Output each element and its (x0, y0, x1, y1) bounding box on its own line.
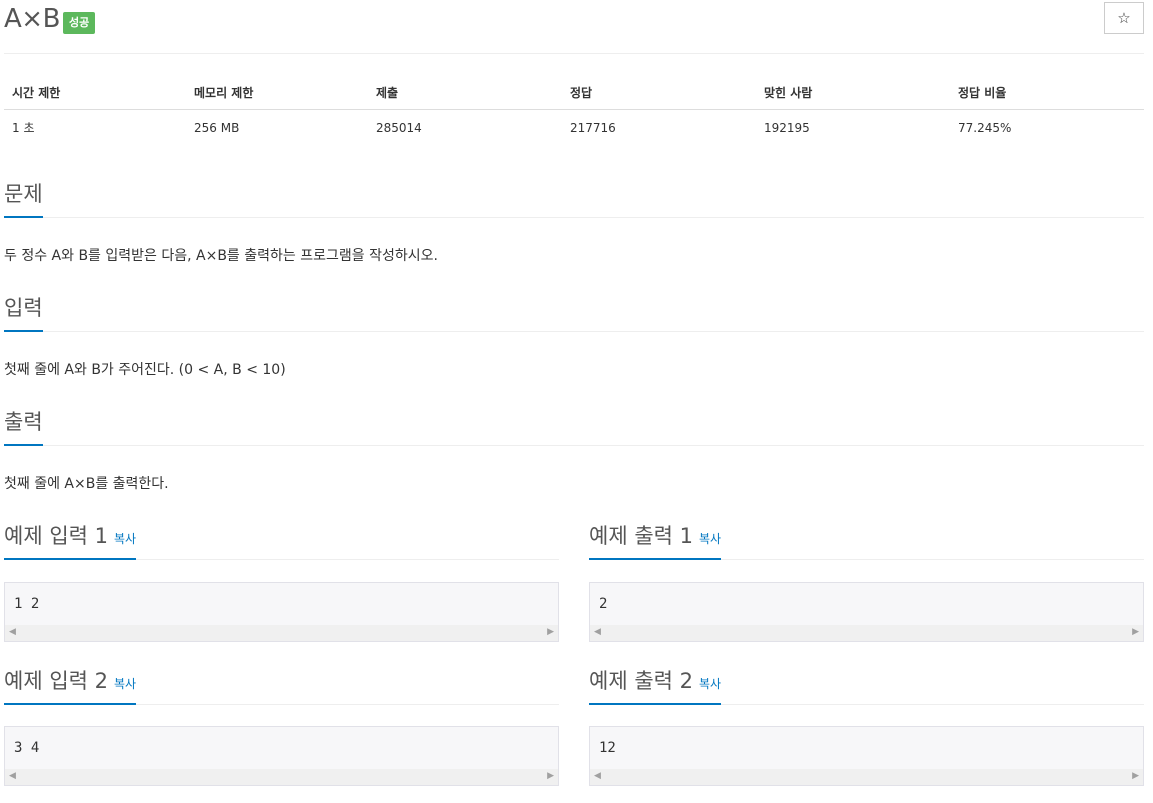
output-section-header: 출력 (4, 406, 1144, 446)
sample-input-2-box[interactable]: 3 4 ◀ ▶ (4, 726, 559, 786)
status-badge: 성공 (63, 12, 96, 34)
sample-input-1-header: 예제 입력 1 복사 (4, 520, 559, 560)
sample-input-2-text: 3 4 (14, 740, 40, 756)
scroll-right-icon[interactable]: ▶ (547, 627, 554, 637)
problem-info-table: 시간 제한 메모리 제한 제출 정답 맞힌 사람 정답 비율 1 초 256 M… (4, 76, 1144, 146)
solved-users-header: 맞힌 사람 (756, 76, 950, 110)
table-header-row: 시간 제한 메모리 제한 제출 정답 맞힌 사람 정답 비율 (4, 76, 1144, 110)
accepted-header: 정답 (562, 76, 756, 110)
copy-sample-output-2-button[interactable]: 복사 (699, 677, 721, 691)
scroll-left-icon[interactable]: ◀ (594, 771, 601, 781)
description-heading: 문제 (4, 178, 43, 218)
sample-input-1-box[interactable]: 1 2 ◀ ▶ (4, 582, 559, 642)
accepted-value: 217716 (570, 120, 616, 135)
time-limit-header: 시간 제한 (4, 76, 186, 110)
description-text: 두 정수 A와 B를 입력받은 다음, A×B를 출력하는 프로그램을 작성하시… (4, 248, 438, 264)
output-text: 첫째 줄에 A×B를 출력한다. (4, 476, 169, 492)
sample-output-2-title: 예제 출력 2 (589, 669, 693, 693)
input-heading: 입력 (4, 292, 43, 332)
sample-input-2-title: 예제 입력 2 (4, 669, 108, 693)
sample-output-2-box[interactable]: 12 ◀ ▶ (589, 726, 1144, 786)
solved-users-value: 192195 (764, 120, 810, 135)
scroll-left-icon[interactable]: ◀ (594, 627, 601, 637)
copy-sample-input-2-button[interactable]: 복사 (114, 677, 136, 691)
table-row: 1 초 256 MB 285014 217716 192195 77.245% (4, 110, 1144, 146)
copy-sample-output-1-button[interactable]: 복사 (699, 532, 721, 546)
star-button[interactable]: ☆ (1104, 2, 1144, 34)
accept-ratio-header: 정답 비율 (950, 76, 1144, 110)
horizontal-scrollbar[interactable]: ◀ ▶ (590, 625, 1143, 641)
scroll-left-icon[interactable]: ◀ (9, 627, 16, 637)
sample-output-1-header: 예제 출력 1 복사 (589, 520, 1144, 560)
time-limit-value: 1 초 (12, 121, 35, 136)
copy-sample-input-1-button[interactable]: 복사 (114, 532, 136, 546)
memory-limit-value: 256 MB (194, 120, 240, 135)
output-heading: 출력 (4, 406, 43, 446)
input-text: 첫째 줄에 A와 B가 주어진다. (0 < A, B < 10) (4, 362, 286, 378)
sample-input-1-title: 예제 입력 1 (4, 524, 108, 548)
submissions-header: 제출 (368, 76, 562, 110)
sample-output-1-title: 예제 출력 1 (589, 524, 693, 548)
sample-input-1-heading: 예제 입력 1 복사 (4, 520, 137, 560)
page-title: A×B (4, 4, 60, 34)
sample-output-2-text: 12 (599, 740, 616, 756)
input-section-header: 입력 (4, 292, 1144, 332)
horizontal-scrollbar[interactable]: ◀ ▶ (5, 625, 558, 641)
sample-output-1-box[interactable]: 2 ◀ ▶ (589, 582, 1144, 642)
scroll-left-icon[interactable]: ◀ (9, 771, 16, 781)
star-icon: ☆ (1117, 9, 1131, 27)
sample-output-1-text: 2 (599, 596, 608, 612)
horizontal-scrollbar[interactable]: ◀ ▶ (5, 769, 558, 785)
submissions-value: 285014 (376, 120, 422, 135)
sample-output-1-heading: 예제 출력 1 복사 (589, 520, 722, 560)
accept-ratio-value: 77.245% (958, 120, 1012, 135)
scroll-right-icon[interactable]: ▶ (1132, 771, 1139, 781)
horizontal-scrollbar[interactable]: ◀ ▶ (590, 769, 1143, 785)
sample-input-2-header: 예제 입력 2 복사 (4, 665, 559, 705)
sample-input-1-text: 1 2 (14, 596, 40, 612)
sample-input-2-heading: 예제 입력 2 복사 (4, 665, 137, 705)
memory-limit-header: 메모리 제한 (186, 76, 368, 110)
description-section-header: 문제 (4, 178, 1144, 218)
scroll-right-icon[interactable]: ▶ (1132, 627, 1139, 637)
problem-header: A×B 성공 ☆ (4, 0, 1144, 54)
sample-output-2-heading: 예제 출력 2 복사 (589, 665, 722, 705)
scroll-right-icon[interactable]: ▶ (547, 771, 554, 781)
sample-output-2-header: 예제 출력 2 복사 (589, 665, 1144, 705)
